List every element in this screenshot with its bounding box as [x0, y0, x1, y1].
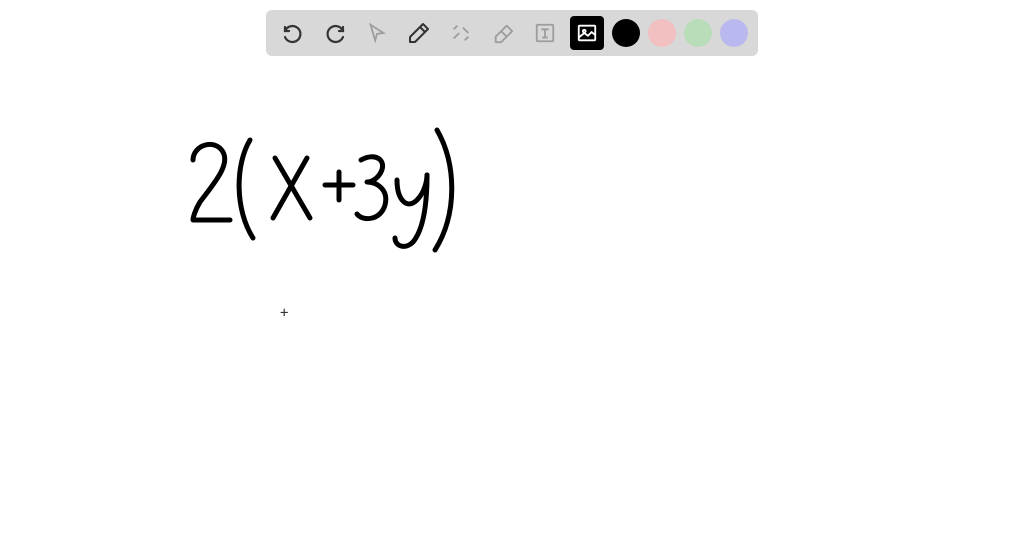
- toolbar: [266, 10, 758, 56]
- undo-icon: [281, 21, 305, 45]
- crosshair-cursor: +: [280, 305, 288, 321]
- undo-button[interactable]: [276, 16, 310, 50]
- eraser-button[interactable]: [486, 16, 520, 50]
- pointer-icon: [366, 22, 388, 44]
- pencil-button[interactable]: [402, 16, 436, 50]
- image-icon: [576, 22, 598, 44]
- pencil-icon: [407, 21, 431, 45]
- color-black[interactable]: [612, 19, 640, 47]
- text-icon: [534, 22, 556, 44]
- tools-button[interactable]: [444, 16, 478, 50]
- color-purple[interactable]: [720, 19, 748, 47]
- eraser-icon: [492, 22, 514, 44]
- canvas-area[interactable]: +: [0, 60, 1024, 552]
- text-button[interactable]: [528, 16, 562, 50]
- color-green[interactable]: [684, 19, 712, 47]
- image-button[interactable]: [570, 16, 604, 50]
- color-pink[interactable]: [648, 19, 676, 47]
- redo-button[interactable]: [318, 16, 352, 50]
- tools-icon: [450, 22, 472, 44]
- pointer-button[interactable]: [360, 16, 394, 50]
- redo-icon: [323, 21, 347, 45]
- handwritten-expression: [175, 110, 465, 260]
